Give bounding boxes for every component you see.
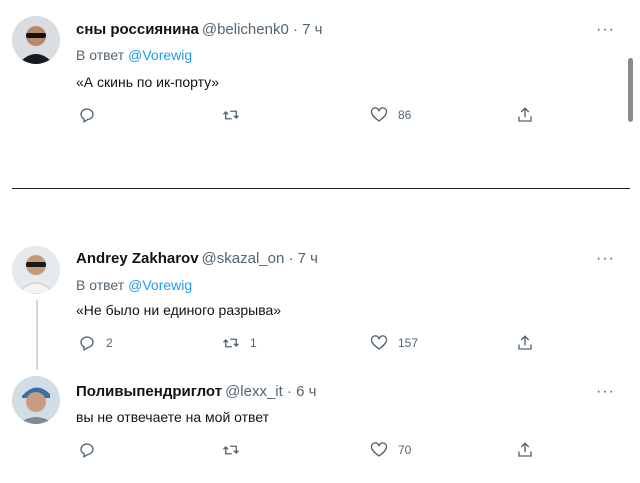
share-icon xyxy=(518,335,532,350)
avatar[interactable] xyxy=(12,376,60,424)
retweet-button[interactable]: 1 xyxy=(222,334,257,352)
scrollbar[interactable] xyxy=(628,58,633,122)
display-name[interactable]: сны россиянина xyxy=(76,21,199,38)
tweet-2[interactable]: Andrey Zakharov @skazal_on · 7 ч ··· В от… xyxy=(0,230,628,360)
reply-to: В ответ @Vorewig xyxy=(76,47,192,63)
reply-icon xyxy=(80,336,94,351)
tweet-text: вы не отвечаете на мой ответ xyxy=(76,409,270,425)
avatar-image xyxy=(12,376,60,424)
display-name[interactable]: Поливыпендриглот xyxy=(76,383,222,400)
tweet-text: «Не было ни единого разрыва» xyxy=(76,302,282,318)
more-icon[interactable]: ··· xyxy=(596,384,615,400)
handle-time[interactable]: @belichenk0 · 7 ч xyxy=(202,21,323,38)
display-name[interactable]: Andrey Zakharov xyxy=(76,250,199,267)
like-count: 70 xyxy=(398,443,412,457)
share-button[interactable] xyxy=(516,441,534,459)
thread-line xyxy=(36,300,38,370)
share-button[interactable] xyxy=(516,334,534,352)
reply-to-label: В ответ xyxy=(76,277,125,293)
handle-time[interactable]: @lexx_it · 6 ч xyxy=(225,383,316,400)
more-icon[interactable]: ··· xyxy=(596,251,615,267)
more-icon[interactable]: ··· xyxy=(596,22,615,38)
like-button[interactable]: 86 xyxy=(370,106,411,124)
reply-button[interactable] xyxy=(78,106,106,124)
share-icon xyxy=(518,107,532,122)
tweet-3[interactable]: Поливыпендриглот @lexx_it · 6 ч ··· вы не… xyxy=(0,370,628,483)
tweet-header: Поливыпендриглот @lexx_it · 6 ч xyxy=(76,383,316,400)
avatar-image xyxy=(12,246,60,294)
retweet-icon xyxy=(223,445,239,455)
retweet-icon xyxy=(223,110,239,120)
handle-time[interactable]: @skazal_on · 7 ч xyxy=(202,250,318,267)
like-count: 157 xyxy=(398,336,419,350)
avatar[interactable] xyxy=(12,16,60,64)
share-icon xyxy=(518,442,532,457)
share-button[interactable] xyxy=(516,106,534,124)
like-button[interactable]: 70 xyxy=(370,441,411,459)
reply-count: 2 xyxy=(106,336,113,350)
tweet-header: сны россиянина @belichenk0 · 7 ч xyxy=(76,21,322,38)
reply-to-handle[interactable]: @Vorewig xyxy=(128,277,192,293)
retweet-count: 1 xyxy=(250,336,257,350)
retweet-button[interactable] xyxy=(222,441,250,459)
heart-icon xyxy=(370,107,388,122)
reply-to: В ответ @Vorewig xyxy=(76,277,192,293)
reply-to-handle[interactable]: @Vorewig xyxy=(128,47,192,63)
reply-icon xyxy=(80,108,94,123)
divider xyxy=(12,188,630,189)
heart-icon xyxy=(370,442,388,457)
reply-button[interactable]: 2 xyxy=(78,334,113,352)
tweet-text: «А скинь по ик-порту» xyxy=(76,74,220,90)
like-button[interactable]: 157 xyxy=(370,334,418,352)
retweet-icon xyxy=(223,338,239,348)
reply-icon xyxy=(80,443,94,458)
like-count: 86 xyxy=(398,108,412,122)
reply-to-label: В ответ xyxy=(76,47,125,63)
tweet-header: Andrey Zakharov @skazal_on · 7 ч xyxy=(76,250,318,267)
heart-icon xyxy=(370,335,388,350)
reply-button[interactable] xyxy=(78,441,106,459)
tweet-1[interactable]: сны россиянина @belichenk0 · 7 ч ··· В от… xyxy=(0,0,628,150)
avatar-image xyxy=(12,16,60,64)
avatar[interactable] xyxy=(12,246,60,294)
retweet-button[interactable] xyxy=(222,106,250,124)
